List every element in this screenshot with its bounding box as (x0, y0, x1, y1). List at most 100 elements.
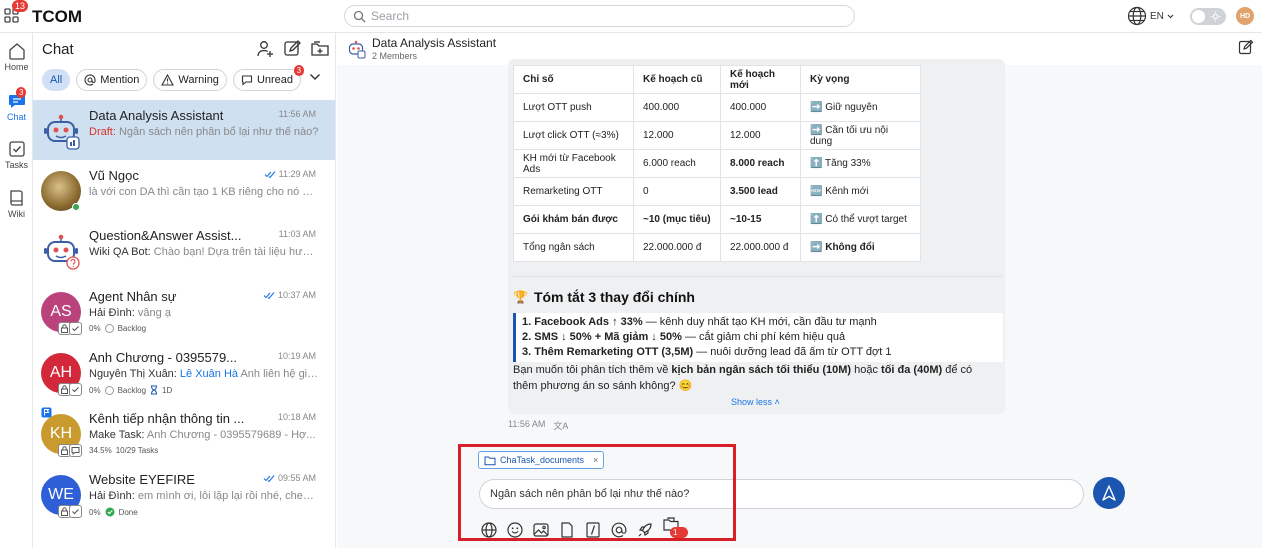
hourglass-icon (150, 385, 158, 395)
chat-item-vu-ngoc[interactable]: Vũ Ngọc 11:29 AM là với con DA thì cần t… (33, 160, 335, 220)
theme-toggle[interactable] (1190, 8, 1226, 25)
summary-item: 2. SMS ↓ 50% + Mã giảm ↓ 50% — cắt giảm … (522, 330, 997, 345)
file-icon[interactable] (558, 521, 576, 539)
status-label: Done (118, 507, 138, 517)
table-cell: Lượt OTT push (513, 93, 634, 122)
table-row: Remarketing OTT 0 3.500 lead 🆕 Kênh mới (513, 177, 921, 206)
chat-item-preview: Make Task: Anh Chương - 0395579689 - Hợ.… (89, 429, 319, 441)
preview-text: là với con DA thì cần tạo 1 KB riêng cho… (89, 186, 319, 198)
send-button[interactable] (1093, 477, 1125, 509)
table-cell: 400.000 (720, 93, 801, 122)
preview-text: Chào bạn! Dựa trên tài liệu hướn... (150, 246, 319, 258)
toggle-knob (1192, 10, 1205, 23)
table-cell: ➡️ Không đổi (800, 233, 921, 262)
nav-rail: Home 3 Chat Tasks Wiki (0, 33, 33, 548)
task-meta: 0% Backlog 1D (89, 385, 172, 395)
rail-label-tasks: Tasks (4, 160, 28, 170)
task-folder-icon[interactable]: 1 (662, 515, 688, 544)
filter-mention[interactable]: Mention (76, 69, 148, 91)
table-cell: Gói khám bán được (513, 205, 634, 234)
top-bar: 13 TCOM EN HD (0, 0, 1262, 33)
table-cell: 12.000 (633, 121, 721, 150)
filter-warning[interactable]: Warning (153, 69, 227, 91)
language-label: EN (1150, 10, 1164, 22)
chat-item-anh-chuong[interactable]: AH Anh Chương - 0395579... 10:19 AM Nguy… (33, 342, 335, 402)
summary-title: Tóm tắt 3 thay đổi chính (533, 289, 695, 305)
chat-item-name: Kênh tiếp nhận thông tin ... (89, 411, 245, 426)
remove-attachment-icon[interactable]: × (593, 455, 598, 465)
search-box[interactable] (344, 5, 855, 27)
tasks-icon (0, 139, 33, 159)
filter-warning-label: Warning (178, 74, 219, 86)
translate-icon[interactable]: 文A (553, 419, 568, 432)
followup-question: Bạn muốn tôi phân tích thêm về kịch bản … (513, 362, 993, 394)
table-header: Kỳ vọng (800, 65, 921, 94)
slash-command-icon[interactable] (584, 521, 602, 539)
task-check-icon (69, 505, 82, 518)
progress-percent: 34.5% (89, 446, 112, 455)
table-cell: ~10-15 (720, 205, 801, 234)
table-cell: ➡️ Cần tối ưu nội dung (800, 121, 921, 150)
table-header: Chỉ số (513, 65, 634, 94)
rail-item-wiki[interactable]: Wiki (0, 188, 33, 219)
chat-list-actions (256, 39, 330, 58)
status-circle-icon (104, 385, 114, 395)
preview-text: Anh Chương - 0395579689 - Hợ... (144, 429, 316, 441)
progress-percent: 0% (89, 324, 101, 333)
rail-item-home[interactable]: Home (0, 41, 33, 72)
online-status-dot (72, 203, 80, 211)
chat-item-data-analysis-assistant[interactable]: Data Analysis Assistant 11:56 AM Draft: … (33, 100, 335, 160)
table-cell: 🆕 Kênh mới (800, 177, 921, 206)
preview-text: vâng ạ (134, 307, 171, 319)
rail-item-chat[interactable]: 3 Chat (0, 87, 33, 122)
emoji-icon[interactable] (506, 521, 524, 539)
chat-item-time: 10:19 AM (278, 351, 316, 361)
preview-text: Anh liên hệ giú... (238, 368, 319, 380)
chat-item-time: 11:29 AM (264, 169, 316, 179)
summary-heading: 🏆 Tóm tắt 3 thay đổi chính (513, 289, 695, 305)
show-less-link[interactable]: Show less ˄ (731, 397, 780, 407)
rail-item-tasks[interactable]: Tasks (0, 139, 33, 170)
preview-text: em mình ơi, lỗi lặp lại rồi nhé, check g… (134, 490, 319, 502)
rail-label-wiki: Wiki (8, 209, 25, 219)
sender-name: Hải Đình: (89, 490, 135, 502)
mention-icon[interactable] (610, 521, 628, 539)
globe-icon[interactable] (480, 521, 498, 539)
chat-item-agent-nhan-su[interactable]: AS Agent Nhân sự 10:37 AM Hải Đình: vâng… (33, 281, 335, 341)
progress-percent: 0% (89, 385, 101, 395)
user-avatar[interactable]: HD (1236, 7, 1254, 25)
new-chat-icon[interactable] (283, 39, 302, 58)
chat-item-website-eyefire[interactable]: WE Website EYEFIRE 09:55 AM Hải Đình: em… (33, 464, 335, 524)
filter-all[interactable]: All (42, 69, 71, 91)
add-contact-icon[interactable] (256, 39, 275, 58)
toolbar-badge: 1 (670, 527, 688, 538)
image-icon[interactable] (532, 521, 550, 539)
add-folder-icon[interactable] (310, 39, 330, 58)
table-header-row: Chỉ số Kế hoạch cũ Kế hoạch mới Kỳ vọng (513, 65, 921, 94)
double-check-icon (264, 170, 276, 178)
filter-unread[interactable]: Unread 3 (232, 65, 305, 91)
chat-item-name: Question&Answer Assist... (89, 228, 242, 243)
summary-item-bold: 1. Facebook Ads ↑ 33% (522, 316, 643, 328)
chat-item-name: Website EYEFIRE (89, 472, 195, 487)
language-selector[interactable]: EN (1127, 6, 1174, 26)
followup-bold: tối đa (40M) (881, 364, 943, 376)
attachment-chip[interactable]: ChaTask_documents × (478, 451, 605, 469)
done-check-icon (105, 507, 115, 517)
edit-icon[interactable] (1238, 39, 1254, 55)
table-cell: ⬆️ Tăng 33% (800, 149, 921, 178)
chat-item-qa-assistant[interactable]: Question&Answer Assist... 11:03 AM Wiki … (33, 220, 335, 280)
rocket-icon[interactable] (636, 521, 654, 539)
search-input[interactable] (371, 9, 841, 23)
member-count[interactable]: 2 Members (372, 51, 417, 61)
chat-item-kenh-tiep-nhan[interactable]: KH Kênh tiếp nhận thông tin ... 10:18 AM… (33, 403, 335, 463)
home-icon (0, 41, 33, 61)
table-cell: KH mới từ Facebook Ads (513, 149, 634, 178)
message-input[interactable]: Ngân sách nên phân bổ lại như thế nào? (479, 479, 1084, 509)
at-icon (84, 74, 96, 86)
chevron-down-icon[interactable] (309, 73, 321, 81)
followup-text: Bạn muốn tôi phân tích thêm về (513, 364, 672, 376)
task-meta: 34.5% 10/29 Tasks (89, 446, 158, 455)
chat-item-time-text: 10:18 AM (277, 412, 316, 422)
chevron-down-icon (1167, 14, 1174, 19)
